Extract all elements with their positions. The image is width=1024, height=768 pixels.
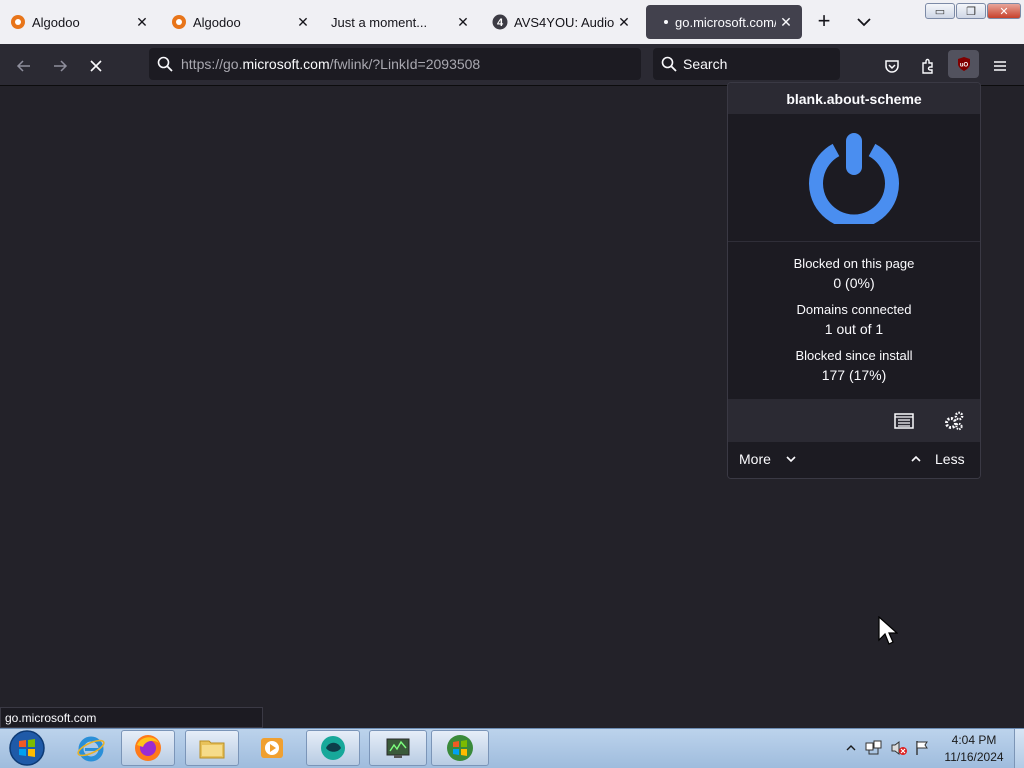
show-desktop-button[interactable] bbox=[1014, 729, 1024, 768]
windows-start-orb-icon bbox=[9, 730, 45, 766]
tab-algodoo-2[interactable]: Algodoo ✕ bbox=[161, 0, 319, 44]
extensions-button[interactable] bbox=[914, 52, 942, 80]
close-icon[interactable]: ✕ bbox=[614, 14, 634, 31]
tab-title: AVS4YOU: Audio and bbox=[514, 14, 614, 30]
svg-text:4: 4 bbox=[497, 17, 504, 29]
power-icon[interactable] bbox=[808, 132, 900, 224]
start-button[interactable] bbox=[4, 729, 50, 767]
clock-date: 11/16/2024 bbox=[944, 750, 1004, 764]
taskbar-clock[interactable]: 4:04 PM 11/16/2024 bbox=[934, 732, 1014, 766]
folder-icon bbox=[199, 740, 225, 759]
taskbar-media-player[interactable] bbox=[245, 730, 299, 766]
loading-dot-icon bbox=[664, 20, 668, 24]
taskbar-monitor-app[interactable] bbox=[369, 730, 427, 766]
arrow-right-icon bbox=[54, 60, 68, 72]
stat-label: Blocked on this page bbox=[793, 256, 915, 271]
search-icon bbox=[157, 56, 173, 72]
forward-button[interactable] bbox=[46, 52, 74, 80]
pocket-button[interactable] bbox=[878, 52, 906, 80]
window-close-button[interactable]: ✕ bbox=[987, 3, 1021, 19]
windows-logo-icon bbox=[447, 735, 473, 761]
taskbar-windows-update[interactable] bbox=[431, 730, 489, 766]
action-center-flag-icon[interactable] bbox=[914, 740, 930, 756]
avs4you-icon: 4 bbox=[492, 14, 508, 30]
tab-title: Algodoo bbox=[32, 14, 80, 30]
teal-app-icon bbox=[321, 736, 345, 760]
less-button[interactable]: Less bbox=[910, 451, 965, 467]
stat-label: Domains connected bbox=[796, 302, 912, 317]
svg-text:uO: uO bbox=[959, 63, 968, 69]
clock-time: 4:04 PM bbox=[951, 733, 997, 747]
firefox-icon bbox=[135, 735, 161, 761]
ublock-popup: blank.about-scheme Blocked on this page … bbox=[727, 82, 981, 479]
algodoo-icon bbox=[172, 15, 186, 29]
list-all-tabs-button[interactable] bbox=[853, 12, 875, 32]
tab-title: go.microsoft.com/f bbox=[675, 14, 776, 30]
back-button[interactable] bbox=[10, 52, 38, 80]
taskbar-explorer[interactable] bbox=[185, 730, 239, 766]
stat-label: Blocked since install bbox=[795, 348, 913, 363]
new-tab-button[interactable]: + bbox=[813, 10, 835, 34]
media-player-icon bbox=[261, 738, 283, 758]
more-button[interactable]: More bbox=[739, 451, 797, 467]
mouse-cursor-icon bbox=[878, 616, 898, 645]
app-menu-button[interactable] bbox=[986, 52, 1014, 80]
url-text: https://go.microsoft.com/fwlink/?LinkId=… bbox=[181, 56, 480, 72]
algodoo-icon bbox=[11, 15, 25, 29]
chevron-down-icon bbox=[786, 456, 796, 463]
taskbar-app-teal[interactable] bbox=[306, 730, 360, 766]
url-prefix: https://go. bbox=[181, 56, 243, 72]
internet-explorer-icon bbox=[77, 736, 105, 762]
less-label: Less bbox=[935, 451, 965, 467]
stat-value: 0 (0%) bbox=[833, 275, 875, 291]
tab-algodoo-1[interactable]: Algodoo ✕ bbox=[0, 0, 158, 44]
pocket-icon bbox=[885, 60, 899, 73]
url-path: /fwlink/?LinkId=2093508 bbox=[329, 56, 481, 72]
close-icon[interactable]: ✕ bbox=[293, 14, 313, 31]
address-bar[interactable]: https://go.microsoft.com/fwlink/?LinkId=… bbox=[149, 48, 641, 80]
chevron-up-icon bbox=[911, 455, 921, 462]
tab-just-a-moment[interactable]: Just a moment... ✕ bbox=[321, 0, 479, 44]
hamburger-menu-icon bbox=[994, 61, 1006, 71]
stop-icon bbox=[90, 60, 102, 72]
stop-button[interactable] bbox=[82, 52, 110, 80]
puzzle-piece-icon bbox=[922, 58, 933, 74]
show-hidden-icons-icon[interactable] bbox=[845, 742, 857, 754]
popup-toolbar bbox=[728, 399, 980, 442]
popup-hostname: blank.about-scheme bbox=[728, 83, 980, 114]
volume-muted-icon[interactable] bbox=[890, 740, 908, 756]
more-less-row: More Less bbox=[728, 442, 980, 478]
stat-value: 1 out of 1 bbox=[824, 321, 884, 337]
arrow-left-icon bbox=[16, 60, 30, 72]
tab-title: Just a moment... bbox=[331, 14, 428, 30]
ublock-origin-button[interactable]: uO bbox=[948, 50, 979, 78]
taskbar-internet-explorer[interactable] bbox=[64, 730, 118, 766]
tab-title: Algodoo bbox=[193, 14, 241, 30]
url-domain: microsoft.com bbox=[242, 56, 330, 72]
taskbar-firefox[interactable] bbox=[121, 730, 175, 766]
tab-avs4you[interactable]: 4 AVS4YOU: Audio and ✕ bbox=[482, 0, 640, 44]
gears-icon[interactable] bbox=[943, 410, 965, 432]
monitor-app-icon bbox=[386, 738, 410, 758]
logger-list-icon[interactable] bbox=[894, 412, 914, 430]
network-icon[interactable] bbox=[865, 740, 883, 756]
tab-go-microsoft[interactable]: go.microsoft.com/f ✕ bbox=[646, 5, 802, 39]
stat-value: 177 (17%) bbox=[821, 367, 887, 383]
power-switch-area bbox=[728, 114, 980, 242]
more-label: More bbox=[739, 451, 771, 467]
restore-button[interactable]: ❐ bbox=[956, 3, 986, 19]
ublock-shield-icon: uO bbox=[957, 57, 970, 71]
close-icon[interactable]: ✕ bbox=[453, 14, 473, 31]
chevron-down-icon bbox=[857, 18, 871, 27]
status-panel: go.microsoft.com bbox=[0, 707, 263, 728]
minimize-button[interactable]: ▭ bbox=[925, 3, 955, 19]
close-icon[interactable]: ✕ bbox=[132, 14, 152, 31]
close-icon[interactable]: ✕ bbox=[776, 14, 796, 31]
search-bar[interactable]: Search bbox=[653, 48, 840, 80]
search-placeholder: Search bbox=[683, 56, 728, 72]
search-icon bbox=[661, 56, 677, 72]
